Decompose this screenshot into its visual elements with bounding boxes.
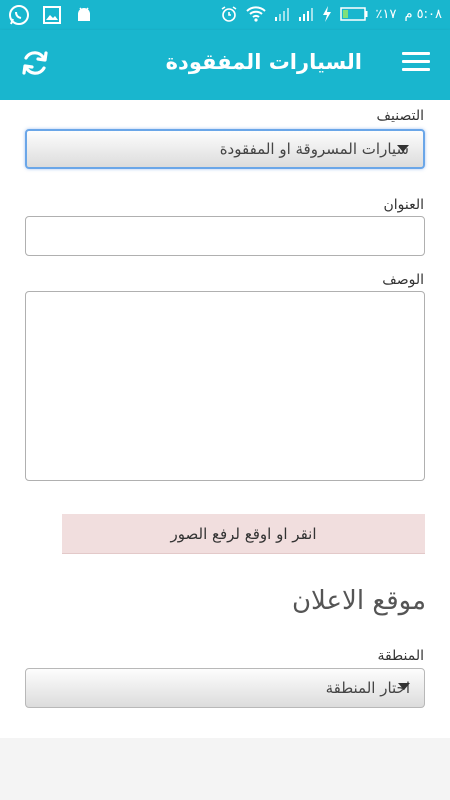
dropdown-arrow-icon — [397, 145, 409, 152]
upload-images-button[interactable]: انقر او اوقع لرفع الصور — [62, 514, 425, 554]
charging-icon — [322, 6, 332, 22]
signal-icon — [274, 6, 290, 22]
category-select[interactable]: سيارات المسروقة او المفقودة — [25, 129, 425, 169]
refresh-button[interactable] — [18, 48, 52, 82]
app-bar: السيارات المفقودة — [0, 30, 450, 100]
menu-icon — [402, 52, 430, 71]
title-input[interactable] — [25, 216, 425, 256]
page-title: السيارات المفقودة — [165, 50, 362, 74]
system-status: ٪١٧ ٥:٠٨ م — [220, 5, 442, 23]
alarm-icon — [220, 5, 238, 23]
refresh-icon — [20, 48, 50, 82]
location-section-title: موقع الاعلان — [291, 586, 426, 616]
title-label: العنوان — [383, 197, 424, 213]
dropdown-arrow-icon — [398, 683, 410, 690]
notification-icons — [8, 4, 94, 26]
description-label: الوصف — [382, 272, 424, 288]
region-label: المنطقة — [377, 648, 424, 664]
category-selected-value: سيارات المسروقة او المفقودة — [219, 140, 409, 158]
description-textarea[interactable] — [25, 291, 425, 481]
battery-icon — [339, 7, 368, 21]
page-background — [0, 738, 450, 800]
wifi-icon — [245, 5, 266, 23]
android-icon — [74, 5, 94, 25]
clock-time: ٥:٠٨ م — [404, 6, 442, 22]
signal-icon — [298, 6, 314, 22]
app-screen: ٪١٧ ٥:٠٨ م السيارات المفقودة التصنيف سيا… — [0, 0, 450, 800]
battery-percent: ٪١٧ — [375, 6, 397, 22]
image-icon — [42, 5, 62, 25]
whatsapp-icon — [8, 4, 30, 26]
menu-button[interactable] — [402, 52, 430, 78]
status-bar: ٪١٧ ٥:٠٨ م — [0, 0, 450, 30]
ad-form: التصنيف سيارات المسروقة او المفقودة العن… — [0, 100, 450, 738]
region-select[interactable]: احتار المنطقة — [25, 668, 425, 708]
category-label: التصنيف — [376, 108, 424, 124]
